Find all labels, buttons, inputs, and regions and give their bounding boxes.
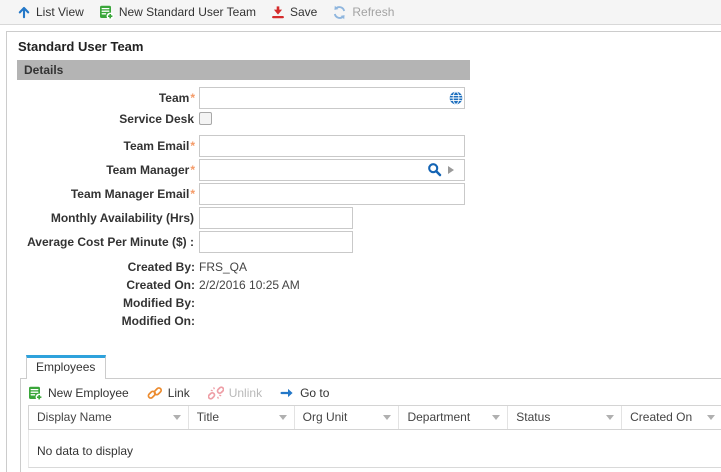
lookup-expand-icon[interactable] (448, 166, 454, 174)
app-window: List View New Standard User Team (0, 0, 721, 472)
team-manager-email-label: Team Manager Email* (10, 183, 195, 205)
unlink-icon (208, 386, 224, 400)
created-by-value: FRS_QA (199, 258, 247, 276)
main-toolbar: List View New Standard User Team (0, 0, 721, 25)
search-icon[interactable] (427, 162, 442, 177)
column-header-status[interactable]: Status (508, 406, 622, 429)
arrow-up-icon (17, 5, 31, 19)
link-icon (147, 386, 163, 400)
required-marker: * (190, 91, 195, 105)
team-email-input[interactable] (199, 135, 465, 157)
link-button[interactable]: Link (147, 386, 190, 400)
team-manager-label: Team Manager* (10, 159, 195, 181)
average-cost-per-minute-input[interactable] (199, 231, 353, 253)
employees-toolbar: New Employee Link (28, 383, 329, 403)
list-view-button[interactable]: List View (17, 5, 84, 19)
column-header-display-name[interactable]: Display Name (29, 406, 189, 429)
unlink-button: Unlink (208, 386, 262, 400)
filter-icon[interactable] (279, 415, 287, 420)
no-data-message: No data to display (37, 444, 133, 458)
list-view-label: List View (36, 5, 84, 19)
tab-employees-label: Employees (36, 360, 95, 374)
employees-grid-header: Display Name Title Org Unit Department S… (28, 405, 721, 430)
required-marker: * (190, 163, 195, 177)
arrow-right-icon (280, 386, 295, 400)
modified-on-label: Modified On: (10, 312, 195, 330)
page-title: Standard User Team (18, 39, 143, 54)
column-header-created-on[interactable]: Created On (622, 406, 721, 429)
refresh-button: Refresh (332, 5, 394, 20)
new-form-icon (99, 5, 114, 20)
filter-icon[interactable] (492, 415, 500, 420)
filter-icon[interactable] (383, 415, 391, 420)
new-employee-label: New Employee (48, 386, 129, 400)
team-manager-input[interactable] (199, 159, 465, 181)
go-to-button[interactable]: Go to (280, 386, 329, 400)
column-header-department[interactable]: Department (399, 406, 508, 429)
new-standard-user-team-button[interactable]: New Standard User Team (99, 5, 256, 20)
required-marker: * (190, 187, 195, 201)
employees-grid-empty-row: No data to display (28, 430, 721, 468)
created-on-value: 2/2/2016 10:25 AM (199, 276, 300, 294)
details-section-header: Details (17, 60, 470, 80)
monthly-availability-input[interactable] (199, 207, 353, 229)
go-to-label: Go to (300, 386, 329, 400)
team-input[interactable] (199, 87, 465, 109)
service-desk-checkbox[interactable] (199, 112, 212, 125)
team-email-label: Team Email* (10, 135, 195, 157)
team-manager-email-input[interactable] (199, 183, 465, 205)
refresh-label: Refresh (352, 5, 394, 19)
new-form-icon (28, 386, 43, 401)
required-marker: * (190, 139, 195, 153)
team-label: Team* (10, 87, 195, 109)
monthly-availability-label: Monthly Availability (Hrs) (10, 207, 195, 229)
average-cost-per-minute-label: Average Cost Per Minute ($) : (10, 231, 195, 253)
link-label: Link (168, 386, 190, 400)
refresh-icon (332, 5, 347, 20)
unlink-label: Unlink (229, 386, 262, 400)
save-download-icon (271, 5, 285, 19)
new-employee-button[interactable]: New Employee (28, 386, 129, 401)
save-button[interactable]: Save (271, 5, 317, 19)
filter-icon[interactable] (606, 415, 614, 420)
save-label: Save (290, 5, 317, 19)
filter-icon[interactable] (707, 415, 715, 420)
column-header-org-unit[interactable]: Org Unit (295, 406, 400, 429)
new-standard-user-team-label: New Standard User Team (119, 5, 256, 19)
globe-icon[interactable] (449, 91, 463, 105)
tab-employees[interactable]: Employees (26, 355, 106, 379)
modified-by-label: Modified By: (10, 294, 195, 312)
filter-icon[interactable] (173, 415, 181, 420)
service-desk-label: Service Desk (10, 108, 195, 130)
created-on-label: Created On: (10, 276, 195, 294)
column-header-title[interactable]: Title (189, 406, 295, 429)
created-by-label: Created By: (10, 258, 195, 276)
